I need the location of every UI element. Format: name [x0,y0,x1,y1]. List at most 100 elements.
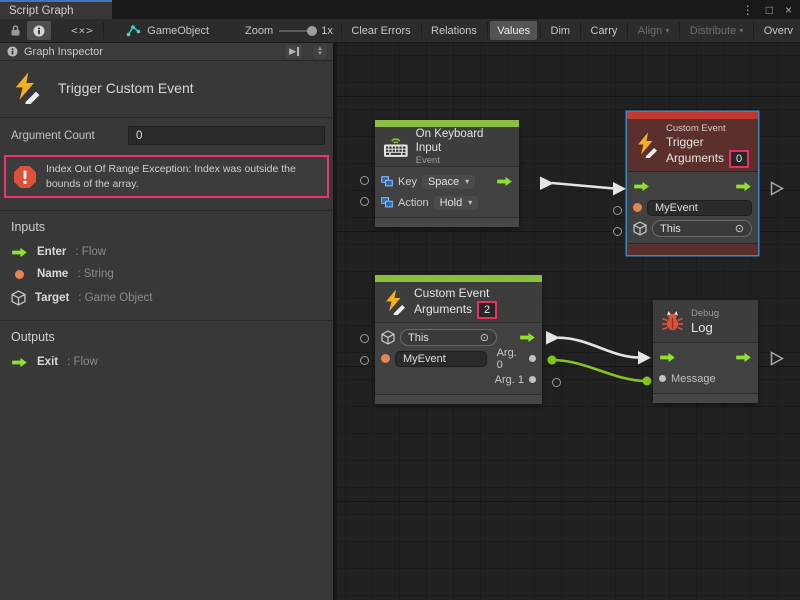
target-picker-icon[interactable]: ⊙ [735,222,744,235]
string-port-icon [633,203,642,212]
arg0-label: Arg. 0 [497,347,524,371]
flow-in-port[interactable] [633,181,650,192]
close-icon[interactable]: × [785,4,792,16]
argument-count-row: Argument Count [0,118,333,153]
node-debug-log[interactable]: Debug Log Message [653,300,758,403]
flow-row [633,176,752,197]
menu-dots-icon[interactable]: ⋮ [742,4,754,16]
zoom-label: Zoom [245,25,273,37]
arg0-out-port[interactable] [529,355,536,362]
target-picker-icon[interactable]: ⊙ [480,331,489,344]
graph-canvas[interactable]: On Keyboard Input Event Key Space ▾ [337,43,800,600]
key-input-port[interactable] [360,176,369,185]
target-row: This ⊙ [633,218,752,239]
node-footer [627,243,758,255]
custom-event-icon [383,289,407,315]
flow-out-port[interactable] [519,332,536,343]
arg1-row: Arg. 1 [381,369,536,390]
node-kind-label: Debug [691,308,719,320]
error-octagon-icon [13,165,37,189]
maximize-icon[interactable]: □ [766,4,773,16]
event-name-field[interactable]: MyEvent [395,351,487,367]
action-label: Action [398,197,429,209]
custom-event-icon [635,132,659,158]
event-strip [375,275,542,282]
dock-panel-icon[interactable]: ▶ [286,45,302,58]
gameobject-cube-icon [11,290,26,306]
arg1-external-port[interactable] [552,378,561,387]
node-on-keyboard-input[interactable]: On Keyboard Input Event Key Space ▾ [375,120,519,227]
flow-in-port[interactable] [659,352,676,363]
node-footer [375,394,542,404]
node-title-line1: Trigger [666,135,749,150]
message-input-port[interactable] [659,375,666,382]
graph-inspector-panel: Graph Inspector ▶ ▲ ▼ Trigger Custom Eve… [0,43,335,600]
node-footer [653,393,758,403]
wire-keyboard-to-trigger [540,177,626,196]
zoom-value: 1x [321,25,333,37]
flow-continuation-icon [770,181,784,196]
target-input-port[interactable] [613,227,622,236]
relations-button[interactable]: Relations [424,21,484,40]
flow-out-port[interactable] [735,181,752,192]
string-port-icon [15,270,24,279]
panel-scroll-spinner[interactable]: ▲ ▼ [314,45,326,59]
zoom-slider-thumb[interactable] [307,26,317,36]
message-label: Message [671,373,716,385]
target-object-picker[interactable]: This ⊙ [400,329,497,346]
flow-out-port[interactable] [496,176,513,187]
name-input-port[interactable] [613,206,622,215]
node-footer [375,217,519,227]
event-name-field[interactable]: MyEvent [647,200,752,216]
graph-toolbar: <×> GameObject Zoom 1x Clear Errors Rela… [0,19,800,43]
port-row-name: Name : String [11,268,322,280]
zoom-slider[interactable] [279,30,315,32]
inputs-header: Inputs [11,220,322,234]
argument-count-badge: 0 [729,150,749,168]
gameobject-label[interactable]: GameObject [147,25,209,37]
overview-button[interactable]: Overv [757,21,800,40]
enum-icon [381,197,393,208]
action-dropdown[interactable]: Hold ▾ [434,196,479,210]
distribute-dropdown: Distribute ▾ [683,21,751,40]
key-dropdown[interactable]: Space ▾ [422,175,475,189]
inspector-toggle-icon[interactable] [27,21,51,40]
enum-icon [381,176,393,187]
target-object-picker[interactable]: This ⊙ [652,220,752,237]
flow-out-port[interactable] [735,352,752,363]
argument-count-input[interactable] [128,126,325,145]
node-header: Custom Event Trigger Arguments 0 [627,119,758,172]
node-custom-event[interactable]: Custom Event Arguments 2 This ⊙ [375,275,542,404]
graph-inspector-header: Graph Inspector ▶ ▲ ▼ [0,43,333,61]
name-input-port[interactable] [360,356,369,365]
arg1-out-port[interactable] [529,376,536,383]
lock-icon[interactable] [4,21,27,40]
inputs-section: Inputs Enter : Flow Name : String Target… [0,210,333,320]
node-body: MyEvent This ⊙ [627,172,758,243]
error-strip [627,112,758,119]
node-header: On Keyboard Input Event [375,127,519,167]
port-row-exit: Exit : Flow [11,356,322,368]
tab-script-graph[interactable]: Script Graph [0,0,112,19]
unit-title: Trigger Custom Event [58,80,194,96]
values-button[interactable]: Values [490,21,537,40]
dim-button[interactable]: Dim [544,21,578,40]
tab-label: Script Graph [9,5,74,17]
bug-icon [661,310,684,332]
action-input-port[interactable] [360,197,369,206]
flow-row [659,347,752,368]
clear-errors-button[interactable]: Clear Errors [344,21,417,40]
node-body: Message [653,343,758,393]
carry-button[interactable]: Carry [584,21,625,40]
spinner-down-icon[interactable]: ▼ [317,52,323,57]
keyboard-event-icon [383,136,409,158]
key-label: Key [398,176,417,188]
wire-arg0-to-message [548,356,652,386]
arg1-label: Arg. 1 [495,374,524,386]
target-input-port[interactable] [360,334,369,343]
code-view-icon[interactable]: <×> [65,21,100,40]
node-body: Key Space ▾ Action Hold ▾ [375,167,519,217]
info-icon [7,46,18,57]
node-title-line2: Arguments 2 [414,301,497,319]
node-trigger-custom-event[interactable]: Custom Event Trigger Arguments 0 MyEvent [627,112,758,255]
